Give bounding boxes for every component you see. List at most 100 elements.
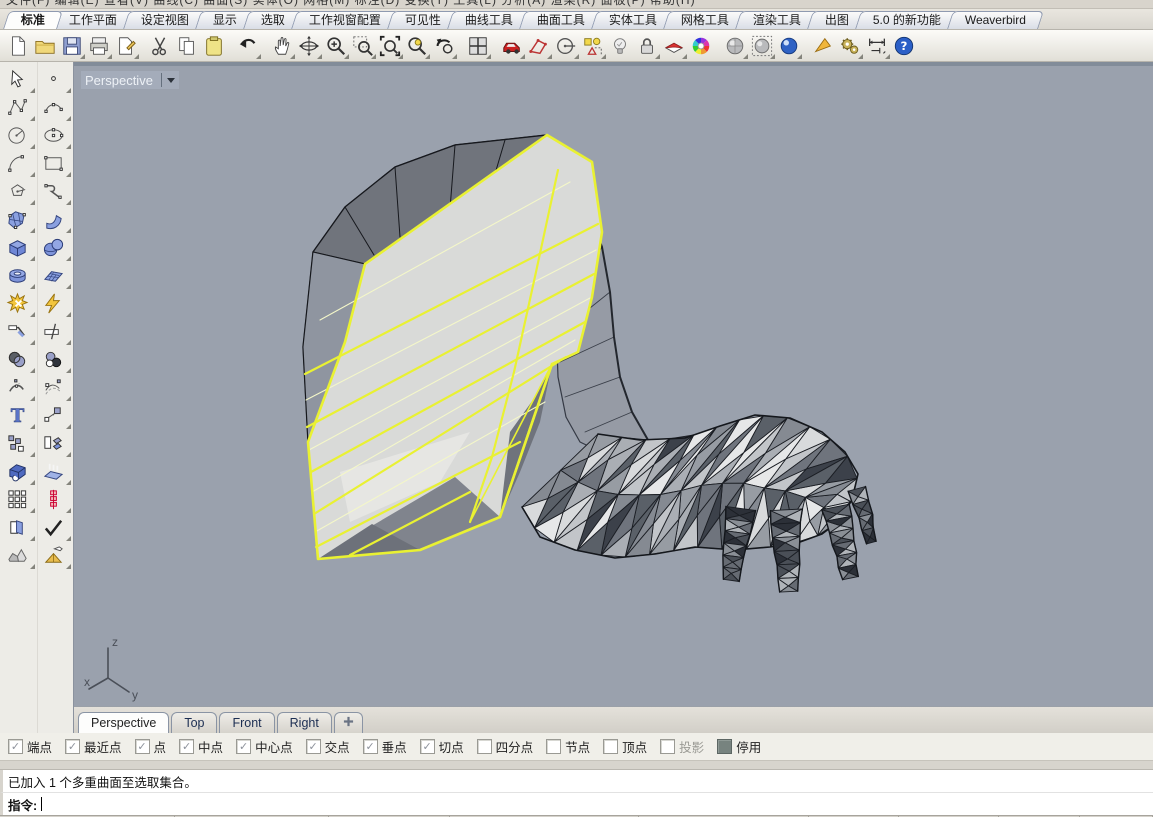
grid-array-tool-button[interactable] — [1, 485, 35, 513]
block-tool-button[interactable] — [1, 429, 35, 457]
boolean-difference-tool-button[interactable] — [37, 345, 71, 373]
dimension-button[interactable] — [863, 32, 890, 59]
lightbulb-button[interactable] — [606, 32, 633, 59]
workspace-tab-8[interactable]: 曲线工具 — [447, 11, 531, 29]
osnap-checkbox[interactable]: ✓ — [420, 739, 435, 754]
viewport-tab-front[interactable]: Front — [219, 712, 274, 733]
menu-bar-clipped[interactable]: 文件(F) 编辑(E) 查看(V) 曲线(C) 曲面(S) 实体(O) 网格(M… — [0, 0, 1153, 9]
osnap-1[interactable]: ✓端点 — [8, 737, 52, 756]
osnap-checkbox[interactable] — [477, 739, 492, 754]
box-tool-button[interactable] — [1, 233, 35, 261]
copy-button[interactable] — [173, 32, 200, 59]
cut-button[interactable] — [146, 32, 173, 59]
osnap-13[interactable]: 停用 — [717, 737, 761, 756]
polygon-tool-button[interactable] — [1, 177, 35, 205]
shaded-view-button[interactable] — [721, 32, 748, 59]
zoom-window-button[interactable] — [349, 32, 376, 59]
osnap-checkbox[interactable]: ✓ — [236, 739, 251, 754]
workspace-tab-14[interactable]: 5.0 的新功能 — [855, 11, 959, 29]
options-gears-button[interactable] — [836, 32, 863, 59]
circle-tool-button[interactable] — [1, 121, 35, 149]
osnap-3[interactable]: ✓点 — [135, 737, 167, 756]
emission-tool-button[interactable] — [37, 457, 71, 485]
layer-button[interactable] — [660, 32, 687, 59]
workspace-tab-1[interactable]: 标准 — [3, 11, 63, 29]
viewport-tab-right[interactable]: Right — [277, 712, 332, 733]
osnap-5[interactable]: ✓中心点 — [236, 737, 293, 756]
lock-button[interactable] — [633, 32, 660, 59]
align-tool-button[interactable] — [37, 485, 71, 513]
polyline-tool-button[interactable] — [1, 93, 35, 121]
curve-edit-tool-button[interactable] — [1, 373, 35, 401]
group-surface-tool-button[interactable] — [1, 513, 35, 541]
undo-button[interactable] — [234, 32, 261, 59]
osnap-checkbox[interactable]: ✓ — [306, 739, 321, 754]
primitive-rocks-tool-button[interactable] — [1, 541, 35, 569]
render-preview-button[interactable] — [748, 32, 775, 59]
osnap-2[interactable]: ✓最近点 — [65, 737, 122, 756]
trim-tool-button[interactable] — [1, 317, 35, 345]
osnap-checkbox[interactable]: ✓ — [363, 739, 378, 754]
osnap-checkbox[interactable]: ✓ — [8, 739, 23, 754]
osnap-checkbox[interactable] — [660, 739, 675, 754]
array-tool-button[interactable] — [37, 429, 71, 457]
osnap-checkbox[interactable] — [603, 739, 618, 754]
rotate-view-button[interactable] — [295, 32, 322, 59]
zoom-selected-button[interactable] — [403, 32, 430, 59]
color-wheel-button[interactable] — [687, 32, 714, 59]
render-button[interactable] — [775, 32, 802, 59]
workspace-tab-6[interactable]: 工作视窗配置 — [291, 11, 399, 29]
pan-button[interactable] — [268, 32, 295, 59]
open-file-button[interactable] — [31, 32, 58, 59]
osnap-4[interactable]: ✓中点 — [179, 737, 223, 756]
save-button[interactable] — [58, 32, 85, 59]
check-tool-button[interactable] — [37, 513, 71, 541]
notification-cone-button[interactable] — [809, 32, 836, 59]
osnap-9[interactable]: 四分点 — [477, 737, 534, 756]
point-tool-button[interactable] — [37, 65, 71, 93]
workspace-tab-2[interactable]: 工作平面 — [51, 11, 135, 29]
mesh-plane-tool-button[interactable] — [37, 261, 71, 289]
curve-interpolate-tool-button[interactable] — [37, 93, 71, 121]
surface-patch-tool-button[interactable] — [1, 205, 35, 233]
chevron-down-icon[interactable] — [167, 78, 175, 83]
viewport-tab-perspective[interactable]: Perspective — [78, 712, 169, 733]
print-button[interactable] — [85, 32, 112, 59]
solid-edit-tool-button[interactable] — [1, 457, 35, 485]
named-view-car-button[interactable] — [498, 32, 525, 59]
osnap-6[interactable]: ✓交点 — [306, 737, 350, 756]
osnap-disable-checkbox[interactable] — [717, 739, 732, 754]
arc-tool-button[interactable] — [1, 149, 35, 177]
command-input-line[interactable]: 指令: — [0, 793, 1153, 815]
osnap-checkbox[interactable]: ✓ — [135, 739, 150, 754]
perspective-viewport[interactable]: xyz Perspective — [74, 62, 1153, 706]
zoom-extents-button[interactable] — [376, 32, 403, 59]
offset-tool-button[interactable] — [37, 373, 71, 401]
osnap-checkbox[interactable]: ✓ — [179, 739, 194, 754]
viewport-layout-button[interactable] — [464, 32, 491, 59]
workspace-tab-10[interactable]: 实体工具 — [591, 11, 675, 29]
boolean-union-tool-button[interactable] — [1, 345, 35, 373]
circle-radius-button[interactable] — [552, 32, 579, 59]
viewport-tab-top[interactable]: Top — [171, 712, 217, 733]
surface-bend-tool-button[interactable] — [37, 205, 71, 233]
osnap-checkbox[interactable]: ✓ — [65, 739, 80, 754]
osnap-8[interactable]: ✓切点 — [420, 737, 464, 756]
scale-tool-button[interactable] — [37, 401, 71, 429]
select-tool-button[interactable] — [1, 65, 35, 93]
osnap-checkbox[interactable] — [546, 739, 561, 754]
split-tool-button[interactable] — [37, 317, 71, 345]
blend-curve-tool-button[interactable] — [37, 177, 71, 205]
fillet-tool-button[interactable] — [37, 289, 71, 317]
osnap-10[interactable]: 节点 — [546, 737, 590, 756]
torus-tool-button[interactable] — [1, 261, 35, 289]
workspace-tab-15[interactable]: Weaverbird — [947, 11, 1044, 29]
osnap-11[interactable]: 顶点 — [603, 737, 647, 756]
rectangle-tool-button[interactable] — [37, 149, 71, 177]
workspace-tab-9[interactable]: 曲面工具 — [519, 11, 603, 29]
workspace-tab-3[interactable]: 设定视图 — [123, 11, 207, 29]
text-tool-button[interactable]: T — [1, 401, 35, 429]
sphere-tool-button[interactable] — [37, 233, 71, 261]
explode-tool-button[interactable] — [1, 289, 35, 317]
workspace-tab-11[interactable]: 网格工具 — [663, 11, 747, 29]
